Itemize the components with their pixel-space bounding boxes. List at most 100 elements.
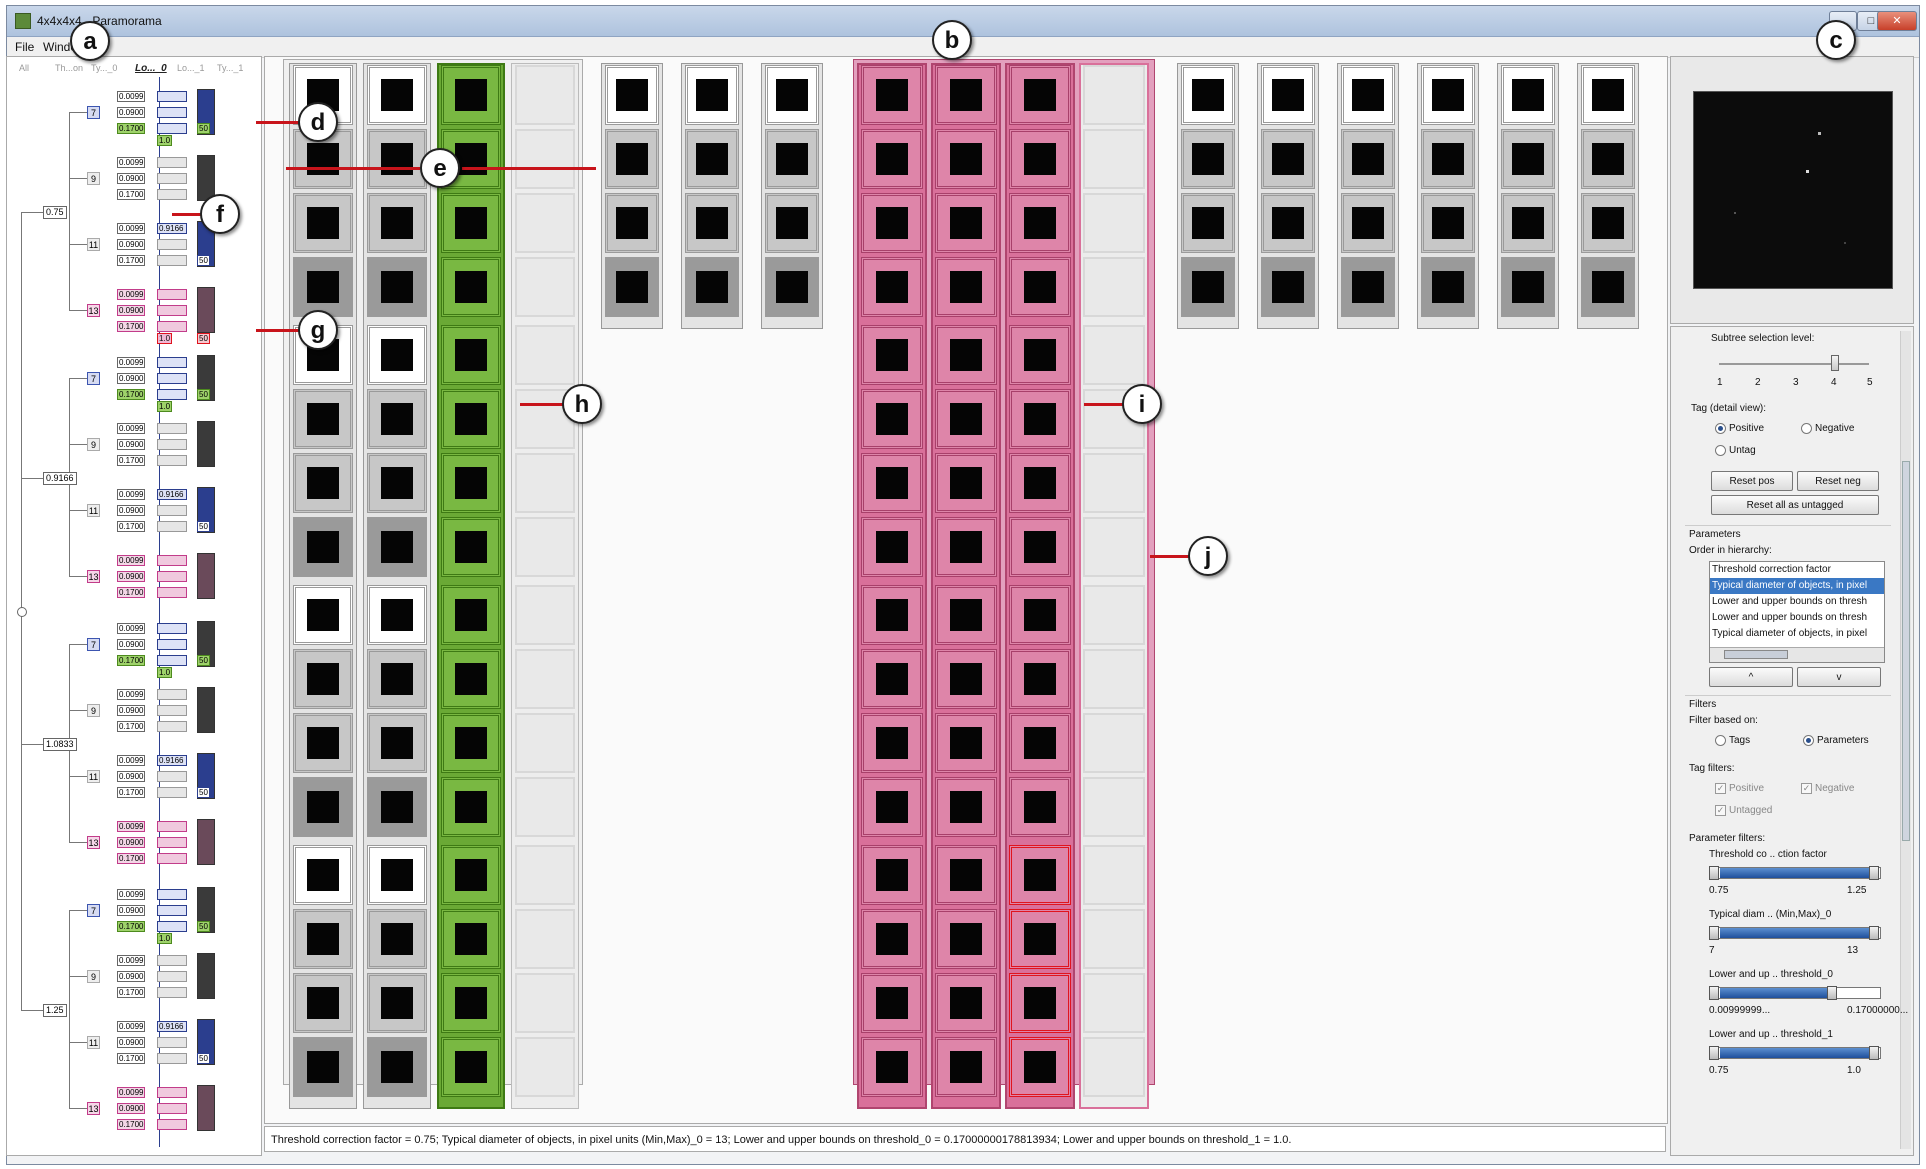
hierarchy-item[interactable]: Lower and upper bounds on thresh bbox=[1710, 594, 1884, 610]
thumbnail-image[interactable] bbox=[876, 271, 908, 303]
thumbnail-image[interactable] bbox=[381, 271, 413, 303]
thumbnail-image[interactable] bbox=[876, 791, 908, 823]
thumbnail-image[interactable] bbox=[950, 987, 982, 1019]
detail-view[interactable] bbox=[264, 56, 1668, 1124]
tree-header-diameter1[interactable]: Ty..._1 bbox=[217, 63, 243, 73]
thumbnail-image[interactable] bbox=[876, 79, 908, 111]
hscroll-thumb[interactable] bbox=[1724, 650, 1788, 659]
thumbnail-image[interactable] bbox=[950, 599, 982, 631]
thumbnail-image[interactable] bbox=[381, 599, 413, 631]
thumbnail-image[interactable] bbox=[776, 271, 808, 303]
positive-filter-checkbox[interactable]: ✓ bbox=[1715, 783, 1726, 794]
thumbnail-image[interactable] bbox=[455, 727, 487, 759]
thumbnail-image[interactable] bbox=[876, 467, 908, 499]
thumbnail-image[interactable] bbox=[876, 403, 908, 435]
slider-min-handle[interactable] bbox=[1709, 866, 1719, 880]
thumbnail-image[interactable] bbox=[950, 531, 982, 563]
hierarchy-hscroll[interactable] bbox=[1710, 647, 1884, 662]
untagged-filter-checkbox[interactable]: ✓ bbox=[1715, 805, 1726, 816]
thumbnail-image[interactable] bbox=[950, 923, 982, 955]
thumbnail-image[interactable] bbox=[381, 143, 413, 175]
thumbnail-image[interactable] bbox=[1192, 79, 1224, 111]
subtree-slider-track[interactable] bbox=[1719, 363, 1869, 365]
thumbnail-image[interactable] bbox=[307, 467, 339, 499]
thumbnail-image[interactable] bbox=[950, 143, 982, 175]
slider-min-handle[interactable] bbox=[1709, 926, 1719, 940]
tree-header-all[interactable]: All bbox=[19, 63, 29, 73]
empty-cell[interactable] bbox=[1083, 585, 1145, 645]
thumbnail-image[interactable] bbox=[696, 143, 728, 175]
thumbnail-image[interactable] bbox=[1024, 403, 1056, 435]
thumbnail-image[interactable] bbox=[950, 467, 982, 499]
empty-cell[interactable] bbox=[515, 257, 575, 317]
thumbnail-image[interactable] bbox=[1352, 79, 1384, 111]
thumbnail-image[interactable] bbox=[776, 79, 808, 111]
empty-cell[interactable] bbox=[515, 65, 575, 125]
thumbnail-image[interactable] bbox=[616, 271, 648, 303]
thumbnail-image[interactable] bbox=[1592, 143, 1624, 175]
tree-header-threshold[interactable]: Th...on bbox=[55, 63, 83, 73]
thumbnail-image[interactable] bbox=[381, 663, 413, 695]
thumbnail-image[interactable] bbox=[876, 207, 908, 239]
thumbnail-image[interactable] bbox=[876, 923, 908, 955]
empty-cell[interactable] bbox=[515, 973, 575, 1033]
hierarchy-item[interactable]: Threshold correction factor bbox=[1710, 562, 1884, 578]
thumbnail-image[interactable] bbox=[1192, 207, 1224, 239]
slider-max-handle[interactable] bbox=[1869, 866, 1879, 880]
empty-cell[interactable] bbox=[515, 193, 575, 253]
thumbnail-image[interactable] bbox=[876, 599, 908, 631]
thumbnail-image[interactable] bbox=[455, 339, 487, 371]
tree-header-lower0[interactable]: Lo..._0 bbox=[135, 63, 167, 74]
thumbnail-image[interactable] bbox=[950, 271, 982, 303]
thumbnail-image[interactable] bbox=[1272, 207, 1304, 239]
tree-header-lower1[interactable]: Lo..._1 bbox=[177, 63, 205, 73]
thumbnail-image[interactable] bbox=[1024, 987, 1056, 1019]
reset-neg-button[interactable]: Reset neg bbox=[1797, 471, 1879, 491]
empty-cell[interactable] bbox=[1083, 65, 1145, 125]
thumbnail-image[interactable] bbox=[1512, 207, 1544, 239]
thumbnail-image[interactable] bbox=[1024, 79, 1056, 111]
thumbnail-image[interactable] bbox=[876, 859, 908, 891]
thumbnail-image[interactable] bbox=[1352, 143, 1384, 175]
thumbnail-image[interactable] bbox=[1432, 207, 1464, 239]
thumbnail-image[interactable] bbox=[696, 207, 728, 239]
empty-cell[interactable] bbox=[1083, 325, 1145, 385]
thumbnail-image[interactable] bbox=[455, 1051, 487, 1083]
thumbnail-image[interactable] bbox=[876, 143, 908, 175]
thumbnail-image[interactable] bbox=[307, 599, 339, 631]
thumbnail-image[interactable] bbox=[381, 923, 413, 955]
thumbnail-image[interactable] bbox=[455, 923, 487, 955]
reset-all-button[interactable]: Reset all as untagged bbox=[1711, 495, 1879, 515]
thumbnail-image[interactable] bbox=[381, 207, 413, 239]
thumbnail-image[interactable] bbox=[307, 143, 339, 175]
thumbnail-image[interactable] bbox=[307, 923, 339, 955]
hierarchy-list[interactable]: Threshold correction factor Typical diam… bbox=[1709, 561, 1885, 663]
thumbnail-image[interactable] bbox=[1432, 143, 1464, 175]
thumbnail-image[interactable] bbox=[776, 207, 808, 239]
thumbnail-image[interactable] bbox=[950, 859, 982, 891]
thumbnail-image[interactable] bbox=[950, 791, 982, 823]
subtree-slider-thumb[interactable] bbox=[1831, 355, 1839, 371]
close-button[interactable]: ✕ bbox=[1877, 11, 1917, 31]
thumbnail-image[interactable] bbox=[1024, 271, 1056, 303]
thumbnail-image[interactable] bbox=[950, 1051, 982, 1083]
empty-cell[interactable] bbox=[1083, 193, 1145, 253]
thumbnail-image[interactable] bbox=[455, 79, 487, 111]
thumbnail-image[interactable] bbox=[950, 727, 982, 759]
thumbnail-image[interactable] bbox=[455, 403, 487, 435]
thumbnail-image[interactable] bbox=[1512, 143, 1544, 175]
empty-cell[interactable] bbox=[1083, 713, 1145, 773]
empty-cell[interactable] bbox=[515, 1037, 575, 1097]
thumbnail-image[interactable] bbox=[381, 791, 413, 823]
thumbnail-image[interactable] bbox=[1024, 467, 1056, 499]
slider-max-handle[interactable] bbox=[1827, 986, 1837, 1000]
empty-cell[interactable] bbox=[1083, 909, 1145, 969]
empty-cell[interactable] bbox=[515, 845, 575, 905]
thumbnail-image[interactable] bbox=[1432, 271, 1464, 303]
thumbnail-image[interactable] bbox=[381, 79, 413, 111]
thumbnail-image[interactable] bbox=[1592, 271, 1624, 303]
thumbnail-image[interactable] bbox=[307, 727, 339, 759]
slider-min-handle[interactable] bbox=[1709, 1046, 1719, 1060]
thumbnail-image[interactable] bbox=[876, 339, 908, 371]
thumbnail-image[interactable] bbox=[455, 271, 487, 303]
